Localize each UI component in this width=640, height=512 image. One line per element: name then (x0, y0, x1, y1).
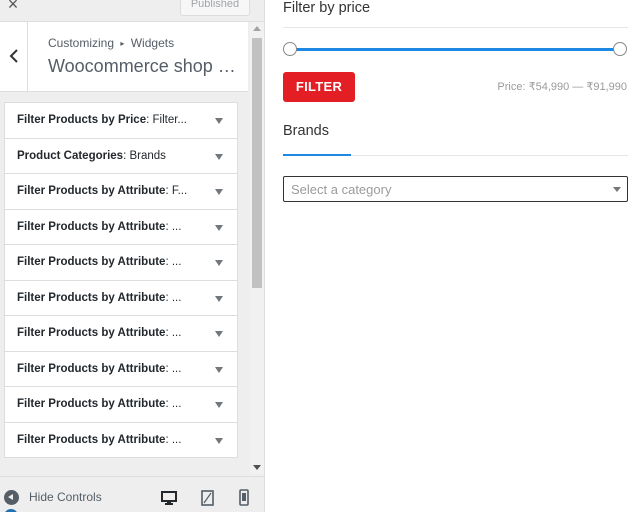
widget-subtitle: ... (171, 362, 182, 375)
sidebar-scrollbar[interactable] (250, 22, 264, 474)
price-slider-max-handle[interactable] (613, 42, 627, 56)
widget-subtitle: ... (171, 433, 182, 446)
category-select[interactable]: Select a category (283, 176, 628, 202)
breadcrumb-separator-icon: ▸ (120, 39, 125, 48)
publish-button[interactable]: Published (180, 0, 250, 16)
category-select-placeholder: Select a category (291, 182, 392, 197)
expand-arrow-icon[interactable] (215, 366, 223, 373)
breadcrumb-root: Customizing (48, 36, 115, 50)
customizer-topbar: × Published (0, 0, 264, 22)
expand-arrow-icon[interactable] (215, 331, 223, 337)
expand-arrow-icon[interactable] (215, 437, 223, 444)
collapse-arrow-icon (4, 489, 19, 505)
section-title: Woocommerce shop si... (48, 56, 243, 76)
site-preview: Filter by price FILTER Price: ₹54,990 — … (265, 0, 640, 512)
widget-subtitle: ... (171, 256, 182, 268)
widget-title: Filter Products by Attribute: ... (17, 434, 192, 446)
section-header: Customizing ▸ Widgets Woocommerce shop s… (0, 22, 248, 92)
widget-subtitle: F... (171, 185, 188, 197)
scroll-up-arrow-icon[interactable] (253, 26, 261, 31)
widget-title: Filter Products by Price: Filter... (17, 114, 192, 126)
widget-type-label: Filter Products by Attribute (17, 185, 166, 197)
widget-item[interactable]: Filter Products by Price: Filter... (4, 102, 238, 139)
widget-title: Filter Products by Attribute: ... (17, 398, 192, 410)
widget-type-label: Filter Products by Attribute (17, 327, 166, 339)
widget-item[interactable]: Filter Products by Attribute: ... (4, 350, 238, 387)
back-button[interactable] (0, 22, 28, 92)
breadcrumb-current: Widgets (130, 36, 175, 50)
widget-subtitle: ... (171, 398, 182, 410)
brands-heading: Brands (283, 123, 329, 139)
widget-type-label: Filter Products by Attribute (17, 256, 166, 268)
widget-item[interactable]: Filter Products by Attribute: ... (4, 244, 238, 281)
expand-arrow-icon[interactable] (215, 402, 223, 408)
widget-title: Filter Products by Attribute: ... (17, 256, 192, 268)
widget-item[interactable]: Filter Products by Attribute: ... (4, 421, 238, 458)
price-slider-track[interactable] (290, 48, 620, 51)
widget-item[interactable]: Product Categories: Brands (4, 137, 238, 174)
expand-arrow-icon[interactable] (215, 189, 223, 195)
widget-title: Filter Products by Attribute: ... (17, 221, 192, 233)
widget-type-label: Filter Products by Attribute (17, 433, 166, 446)
filter-by-price-heading: Filter by price (283, 0, 371, 16)
close-icon[interactable]: × (0, 0, 26, 20)
brands-accent-bar (283, 154, 351, 156)
hide-controls-label: Hide Controls (29, 490, 102, 504)
customizer-footer: Hide Controls (0, 476, 264, 512)
filter-button[interactable]: FILTER (283, 72, 355, 102)
widget-item[interactable]: Filter Products by Attribute: ... (4, 386, 238, 423)
mobile-icon[interactable] (235, 489, 253, 507)
expand-arrow-icon[interactable] (215, 153, 223, 160)
widget-item[interactable]: Filter Products by Attribute: ... (4, 315, 238, 352)
breadcrumb: Customizing ▸ Widgets (48, 36, 174, 50)
price-range-label: Price: ₹54,990 — ₹91,990 (497, 81, 627, 93)
widget-title: Filter Products by Attribute: F... (17, 185, 192, 197)
expand-arrow-icon[interactable] (215, 224, 223, 231)
hide-controls-button[interactable]: Hide Controls (4, 489, 102, 505)
expand-arrow-icon[interactable] (215, 260, 223, 266)
widget-title: Filter Products by Attribute: ... (17, 292, 192, 304)
widget-title: Product Categories: Brands (17, 150, 192, 162)
widget-type-label: Filter Products by Price (17, 114, 147, 126)
widget-item[interactable]: Filter Products by Attribute: ... (4, 279, 238, 316)
desktop-icon[interactable] (160, 489, 178, 507)
scroll-thumb[interactable] (252, 38, 262, 288)
scroll-down-arrow-icon[interactable] (253, 465, 261, 470)
customizer-sidebar: × Published Customizing ▸ Widgets Woocom… (0, 0, 265, 512)
widget-title: Filter Products by Attribute: ... (17, 363, 192, 375)
widget-type-label: Filter Products by Attribute (17, 362, 166, 375)
heading-divider (283, 27, 628, 28)
price-slider-min-handle[interactable] (283, 42, 297, 56)
tablet-icon[interactable] (198, 489, 216, 507)
widget-item[interactable]: Filter Products by Attribute: ... (4, 208, 238, 245)
widget-subtitle: Brands (129, 149, 166, 162)
widget-type-label: Filter Products by Attribute (17, 220, 166, 233)
chevron-left-icon (9, 49, 18, 63)
widget-title: Filter Products by Attribute: ... (17, 327, 192, 339)
widget-subtitle: Filter... (152, 114, 188, 126)
expand-arrow-icon[interactable] (215, 118, 223, 124)
chevron-down-icon (613, 187, 621, 192)
widget-subtitle: ... (171, 327, 182, 339)
widget-list: Filter Products by Price: Filter... Produ… (4, 102, 238, 458)
widget-item[interactable]: Filter Products by Attribute: F... (4, 173, 238, 210)
widget-type-label: Filter Products by Attribute (17, 291, 166, 304)
widget-type-label: Filter Products by Attribute (17, 398, 166, 410)
widget-subtitle: ... (171, 291, 182, 304)
widget-subtitle: ... (171, 220, 182, 233)
expand-arrow-icon[interactable] (215, 295, 223, 302)
widget-type-label: Product Categories (17, 149, 124, 162)
